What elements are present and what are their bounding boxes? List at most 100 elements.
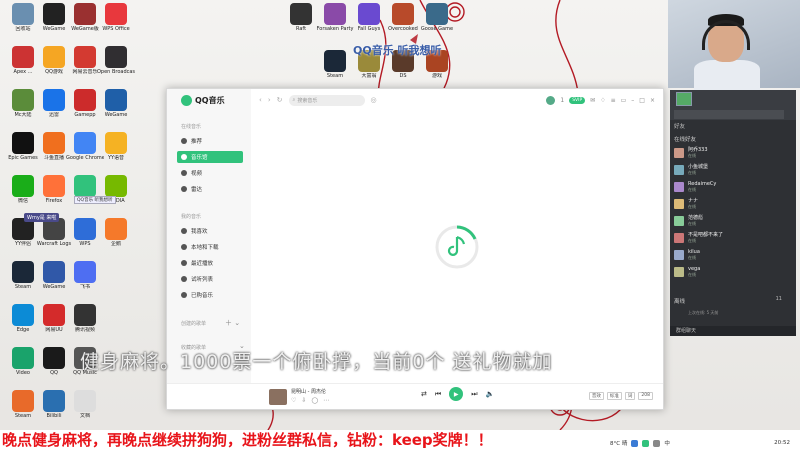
friend-info: 阿乔333 在线 [688, 147, 708, 158]
app-icon [12, 89, 34, 111]
friend-row[interactable]: RedaimeCy 在线 [670, 180, 796, 193]
more-icon[interactable]: ⋯ [323, 397, 329, 404]
topbar-right: 1 SVIP ✉ ♢ ≡ ▭ – □ × [546, 95, 655, 105]
desktop-icon[interactable]: Goose Game [418, 3, 456, 32]
friend-name: kilua [688, 248, 700, 255]
forward-icon[interactable]: › [268, 96, 271, 104]
minimize-icon[interactable]: – [631, 97, 634, 104]
svip-badge[interactable]: SVIP [569, 96, 586, 104]
friend-row[interactable]: 小鱼城堡 在线 [670, 163, 796, 176]
mail-icon[interactable]: ✉ [590, 97, 595, 104]
album-cover[interactable] [269, 389, 287, 405]
app-icon [74, 3, 96, 25]
sidebar-item[interactable]: 推荐 [177, 135, 243, 147]
play-button[interactable]: ▶ [449, 387, 464, 401]
maximize-icon[interactable]: □ [639, 97, 645, 104]
miniplayer-icon[interactable]: ▭ [621, 97, 627, 104]
next-icon[interactable]: ⏭ [471, 390, 477, 399]
friend-row[interactable]: vega 在线 [670, 265, 796, 278]
desktop-icon-label: 企鹅 [110, 241, 121, 247]
lyric-button[interactable]: 词 [624, 392, 636, 400]
playback-controls: ⇄ ⏮ ▶ ⏭ 🔈 [421, 387, 494, 401]
app-icon [324, 3, 346, 25]
app-icon [12, 347, 34, 369]
song-title[interactable]: 昆明山 - 周杰伦 [291, 388, 326, 395]
friend-row[interactable]: 范德彪 在线 [670, 214, 796, 227]
refresh-icon[interactable]: ↻ [277, 96, 283, 104]
add-playlist-icon[interactable]: ＋ ⌄ [225, 318, 240, 328]
sidebar-item-label: 我喜欢 [191, 229, 208, 235]
desktop-icon[interactable]: YY语音 [97, 132, 135, 161]
friend-status: 在线 [688, 152, 696, 158]
sidebar-item[interactable]: 视频 [177, 167, 243, 179]
qqmusic-title: QQ音乐 [195, 96, 225, 105]
playlist-count[interactable]: 208 [638, 392, 653, 400]
sound-effect-button[interactable]: 音效 [588, 392, 604, 400]
friend-avatar [674, 198, 684, 209]
app-icon [74, 261, 96, 283]
friends-search-input[interactable] [674, 110, 784, 119]
friends-header [670, 90, 796, 120]
app-icon [12, 175, 34, 197]
previous-icon[interactable]: ⏮ [435, 390, 441, 399]
desktop-icon[interactable]: Forsaken Party [316, 3, 354, 32]
friend-row[interactable]: 阿乔333 在线 [670, 146, 796, 159]
desktop-icon[interactable]: Open Broadcaster [97, 46, 135, 75]
qqmusic-tray-icon[interactable] [642, 439, 650, 447]
desktop-icon[interactable]: WPS Office [97, 3, 135, 32]
friend-name: 范德彪 [688, 214, 704, 221]
search-icon: ⌕ [292, 97, 296, 103]
skin-icon[interactable]: ♢ [600, 97, 605, 104]
ime-indicator[interactable]: 中 [664, 439, 670, 447]
friend-row[interactable]: kilua 在线 [670, 248, 796, 261]
friend-info: ナナ 在线 [688, 198, 698, 209]
volume-tray-icon[interactable] [653, 439, 661, 447]
search-input[interactable]: ⌕ 搜索音乐 [288, 94, 365, 106]
desktop-icon[interactable]: 腾讯视频 [66, 304, 104, 333]
app-icon [12, 261, 34, 283]
sidebar-item[interactable]: 音乐馆 [177, 151, 243, 163]
desktop-icon[interactable]: Steam [316, 50, 354, 79]
sidebar-item[interactable]: 本地和下载 [177, 241, 243, 253]
weather-text[interactable]: 8°C 晴 [610, 439, 627, 447]
settings-icon[interactable]: ≡ [611, 97, 616, 104]
friend-info: 范德彪 在线 [688, 214, 704, 226]
comment-icon[interactable]: ◯ [311, 397, 318, 404]
back-icon[interactable]: ‹ [259, 96, 262, 104]
network-icon[interactable] [631, 439, 639, 447]
shuffle-icon[interactable]: ⇄ [421, 390, 427, 398]
tab-friends[interactable]: 好友 [670, 120, 796, 132]
desktop-icon[interactable]: 文档 [66, 390, 104, 419]
app-icon [74, 46, 96, 68]
desktop-icon[interactable]: Overcooked [384, 3, 422, 32]
desktop-icon[interactable]: 飞书 [66, 261, 104, 290]
group-chat-button[interactable]: 群组聊天 [670, 326, 796, 336]
voice-search-icon[interactable]: ◎ [371, 96, 377, 104]
close-icon[interactable]: × [650, 97, 655, 104]
nav-icon [181, 186, 187, 192]
quality-button[interactable]: 标准 [606, 392, 622, 400]
sidebar-item[interactable]: 已购音乐 [177, 289, 243, 301]
desktop-icon[interactable]: 企鹅 [97, 218, 135, 247]
app-icon [43, 261, 65, 283]
desktop-icon[interactable]: WeGame [97, 89, 135, 118]
friend-row[interactable]: ナナ 在线 [670, 197, 796, 210]
desktop-icon[interactable]: Fall Guys [350, 3, 388, 32]
sidebar-item[interactable]: 最近播放 [177, 257, 243, 269]
like-icon[interactable]: ♡ [291, 397, 296, 404]
app-icon [74, 390, 96, 412]
desktop-icon[interactable]: Raft [282, 3, 320, 32]
sidebar-item[interactable]: 我喜欢 [177, 225, 243, 237]
friend-row[interactable]: 不是吧都不来了 在线 [670, 231, 796, 244]
avatar[interactable] [546, 95, 556, 105]
desktop-icon-label: WeGame [104, 112, 128, 118]
sidebar-item-label: 已购音乐 [191, 293, 214, 299]
sidebar-item[interactable]: 试听列表 [177, 273, 243, 285]
friends-list: 阿乔333 在线 小鱼城堡 在线 RedaimeCy 在线 ナナ 在线 范德彪 在线 不是吧都不来了… [670, 146, 796, 278]
volume-icon[interactable]: 🔈 [486, 390, 495, 398]
sidebar-item[interactable]: 雷达 [177, 183, 243, 195]
download-icon[interactable]: ⇩ [301, 397, 306, 404]
friend-status: 在线 [688, 169, 696, 175]
clock[interactable]: 20:52 [774, 440, 800, 446]
friends-avatar[interactable] [676, 92, 692, 106]
